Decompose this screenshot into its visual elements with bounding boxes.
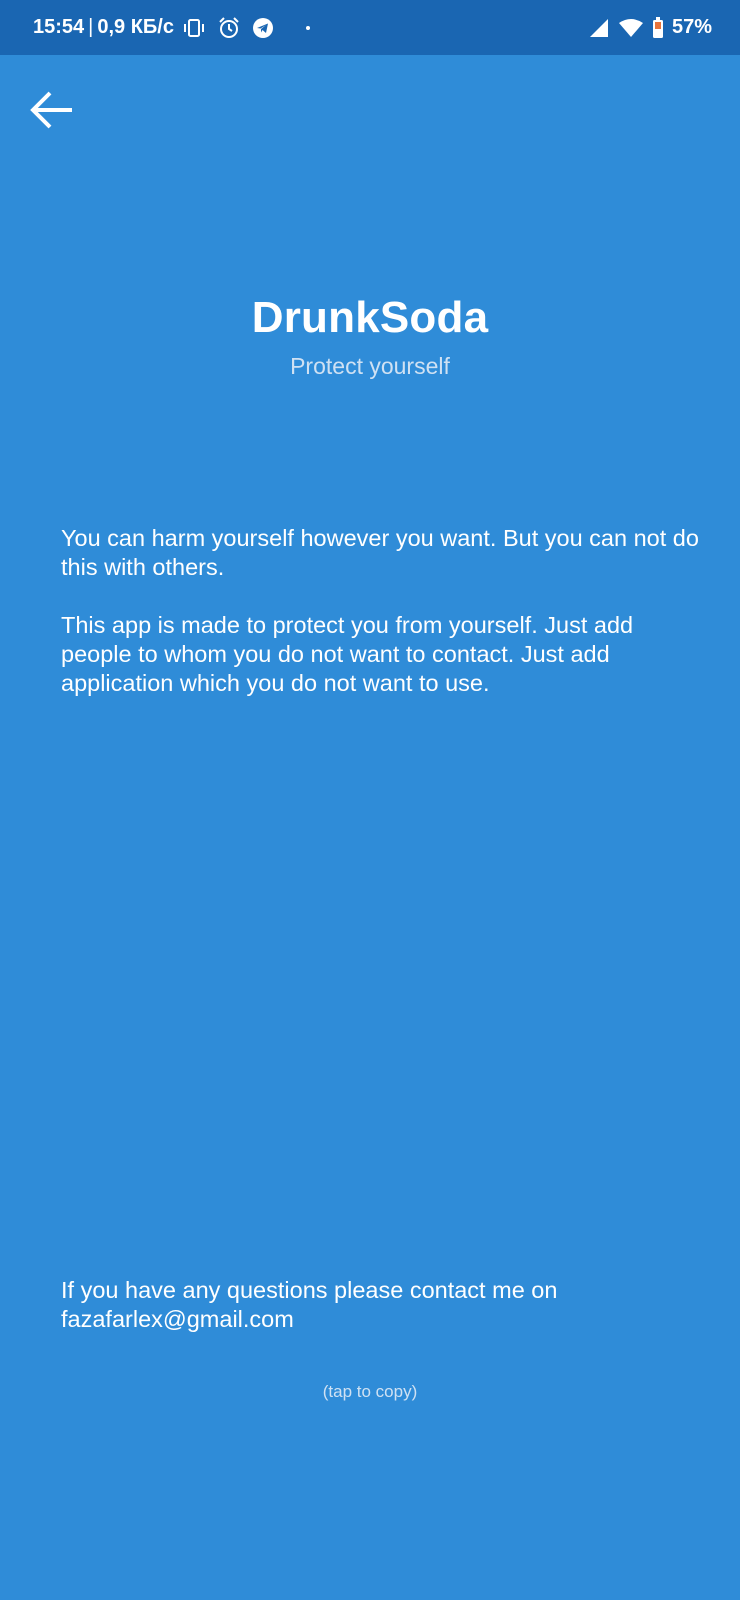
app-header: DrunkSoda Protect yourself — [0, 292, 740, 380]
app-subtitle: Protect yourself — [290, 352, 450, 379]
description-paragraph: This app is made to protect you from you… — [61, 612, 634, 696]
battery-percent: 57% — [671, 16, 712, 38]
about-screen: 15:54 | 0,9 КБ/с 57% DrunkSoda Protect y… — [0, 0, 740, 1600]
telegram-icon — [252, 17, 274, 39]
alarm-icon — [218, 16, 240, 39]
contact-email[interactable]: fazafarlex@gmail.com — [61, 1305, 701, 1334]
cell-signal-icon — [588, 18, 610, 38]
app-description: You can harm yourself however you want. … — [61, 524, 701, 727]
dot-icon — [305, 25, 310, 30]
status-time: 15:54 — [33, 16, 85, 38]
back-button[interactable] — [28, 86, 76, 134]
wifi-icon — [618, 18, 644, 38]
status-left: 15:54 | 0,9 КБ/с — [33, 16, 174, 39]
battery-icon — [652, 16, 664, 39]
network-speed: 0,9 КБ/с — [97, 16, 174, 38]
tap-to-copy-hint: (tap to copy) — [322, 1382, 418, 1401]
description-paragraph: You can harm yourself however you want. … — [61, 525, 699, 580]
status-bar: 15:54 | 0,9 КБ/с 57% — [0, 0, 740, 55]
status-icons-left — [182, 16, 310, 39]
contact-section[interactable]: If you have any questions please contact… — [61, 1276, 701, 1334]
status-right: 57% — [588, 16, 712, 39]
contact-text: If you have any questions please contact… — [61, 1277, 558, 1303]
arrow-left-icon — [30, 90, 74, 130]
status-separator: | — [88, 16, 94, 38]
app-title: DrunkSoda — [251, 293, 489, 342]
vibrate-icon — [182, 18, 206, 38]
